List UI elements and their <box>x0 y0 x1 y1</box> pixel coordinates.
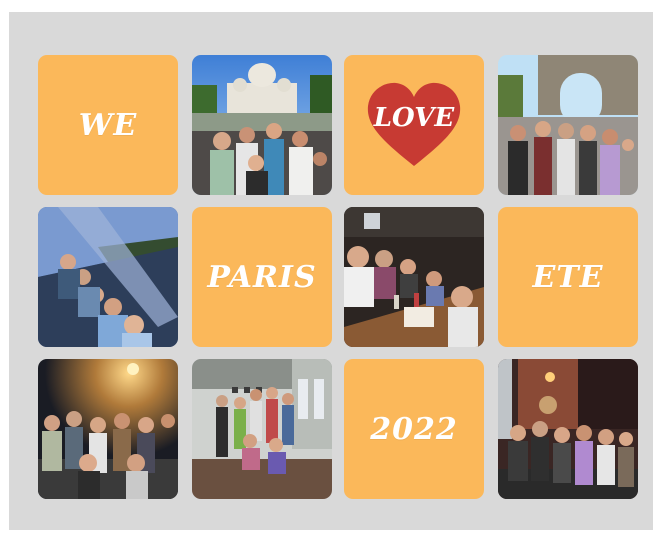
photo-boat-tour <box>38 207 178 347</box>
word-paris: PARIS <box>207 259 317 295</box>
word-love: LOVE <box>373 103 455 133</box>
photo-restaurant <box>344 207 484 347</box>
word-tile-paris: PARIS <box>192 207 332 347</box>
photo-pub <box>498 359 638 499</box>
word-we: WE <box>78 107 138 143</box>
photo-night-street <box>38 359 178 499</box>
photo-sacre-coeur <box>192 55 332 195</box>
word-year: 2022 <box>370 411 458 447</box>
word-tile-ete: ETE <box>498 207 638 347</box>
collage-board: WE LOVE PARIS ETE 2022 <box>9 12 653 530</box>
word-tile-year: 2022 <box>344 359 484 499</box>
word-tile-love: LOVE <box>344 55 484 195</box>
word-ete: ETE <box>532 259 604 295</box>
word-tile-we: WE <box>38 55 178 195</box>
heart-badge: LOVE <box>364 80 464 170</box>
photo-indoor-hall <box>192 359 332 499</box>
photo-arc-de-triomphe <box>498 55 638 195</box>
